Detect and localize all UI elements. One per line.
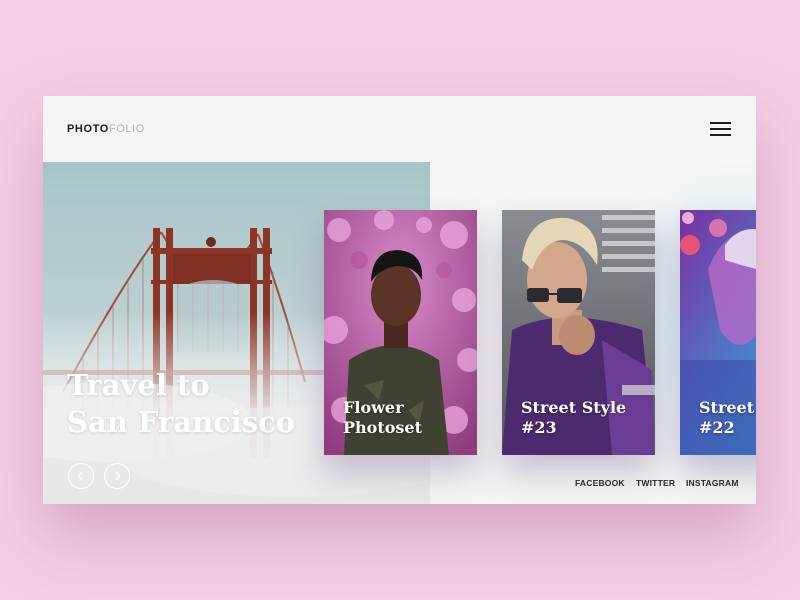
twitter-link[interactable]: TWITTER	[636, 478, 675, 488]
instagram-link[interactable]: INSTAGRAM	[686, 478, 739, 488]
main-panel: PHOTOFOLIO Travel to San Francisco Flowe…	[43, 96, 756, 504]
gallery-card-street-style-23[interactable]: Street Style #23	[502, 210, 655, 455]
gallery-card-flower-photoset[interactable]: Flower Photoset	[324, 210, 477, 455]
brand-logo-primary: PHOTO	[67, 123, 109, 135]
brand-logo[interactable]: PHOTOFOLIO	[67, 123, 145, 135]
next-slide-button[interactable]	[104, 463, 130, 489]
chevron-right-icon	[115, 471, 121, 481]
card-title-line1: Street Style	[699, 398, 756, 417]
menu-line	[710, 122, 731, 124]
facebook-link[interactable]: FACEBOOK	[575, 478, 625, 488]
card-title-line1: Street Style	[521, 398, 627, 417]
hero-title-line2: San Francisco	[67, 405, 296, 439]
menu-line	[710, 128, 731, 130]
card-title-line2: Photoset	[343, 418, 422, 437]
previous-slide-button[interactable]	[68, 463, 94, 489]
menu-line	[710, 134, 731, 136]
card-title-line1: Flower	[343, 398, 404, 417]
card-title: Street Style #23	[521, 398, 626, 438]
card-title: Street Style #22	[699, 398, 756, 438]
hero-title-line1: Travel to	[67, 368, 210, 402]
card-title-line2: #23	[521, 418, 557, 437]
hero-title: Travel to San Francisco	[67, 367, 295, 441]
card-title-line2: #22	[699, 418, 735, 437]
card-title: Flower Photoset	[343, 398, 422, 438]
chevron-left-icon	[77, 471, 83, 481]
gallery-card-street-style-22[interactable]: Street Style #22	[680, 210, 756, 455]
hamburger-menu-icon[interactable]	[710, 122, 731, 136]
brand-logo-secondary: FOLIO	[108, 123, 145, 135]
